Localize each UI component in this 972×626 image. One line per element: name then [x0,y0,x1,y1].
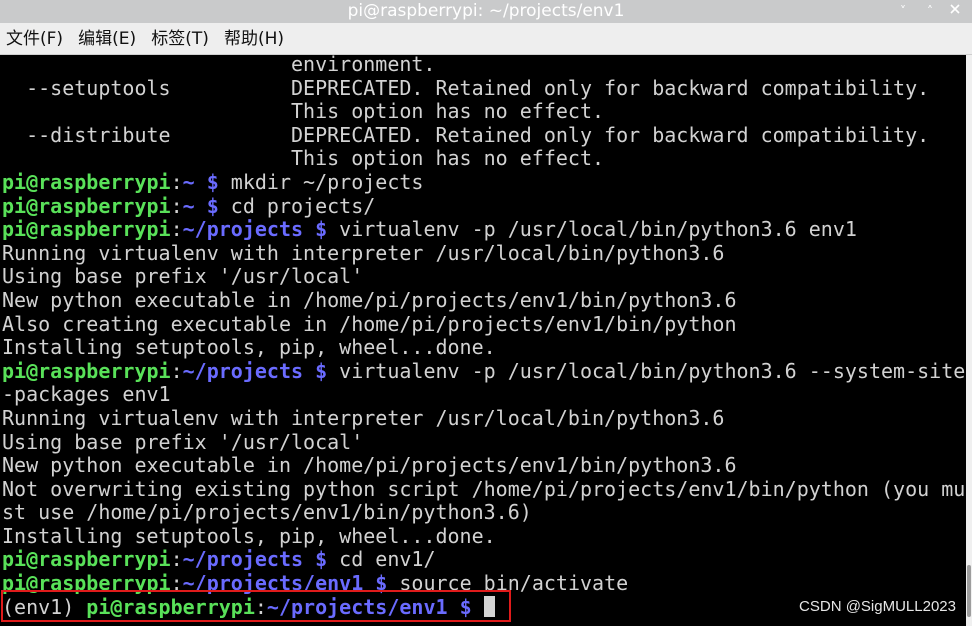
minimize-icon[interactable]: ˅ [893,1,913,21]
terminal-text: Using base prefix '/usr/local' [2,429,364,454]
terminal-line: This option has no effect. [2,99,965,124]
prompt-path: ~ $ [182,169,219,194]
terminal-text: : [170,547,183,572]
prompt-user-host: pi@raspberrypi [2,547,171,572]
terminal-text: Not overwriting existing python script /… [2,476,966,501]
terminal-line: --distribute DEPRECATED. Retained only f… [2,122,965,148]
terminal-line: environment. [2,55,965,77]
watermark: CSDN @SigMULL2023 [799,598,956,615]
terminal-output[interactable]: environment. --setuptools DEPRECATED. Re… [0,55,966,626]
menu-tabs[interactable]: 标签(T) [145,23,213,54]
prompt-user-host: pi@raspberrypi [2,193,171,218]
terminal-text: --setuptools DEPRECATED. Retained only f… [2,75,930,100]
terminal-line: Using base prefix '/usr/local' [2,429,965,455]
title-bar: pi@raspberrypi: ~/projects/env1 ˅ ˄ [0,0,972,23]
terminal-text: : [170,169,183,194]
terminal-text: This option has no effect. [2,99,605,124]
terminal-line: st use /home/pi/projects/env1/bin/python… [2,500,965,525]
prompt-path: ~/projects $ [182,547,328,572]
terminal-text: This option has no effect. [2,146,605,171]
terminal-text: cd env1/ [327,547,436,572]
terminal-line: Not overwriting existing python script /… [2,476,966,502]
menu-help[interactable]: 帮助(H) [218,23,288,54]
terminal-line: Running virtualenv with interpreter /usr… [2,240,965,266]
terminal-text: New python executable in /home/pi/projec… [2,287,737,312]
close-x-icon [950,4,960,14]
terminal-line: New python executable in /home/pi/projec… [2,453,965,478]
terminal-line: pi@raspberrypi:~ $ mkdir ~/projects [2,169,965,195]
terminal-text: st use /home/pi/projects/env1/bin/python… [2,500,532,525]
scrollbar-thumb[interactable] [967,565,971,617]
menu-bar: 文件(F) 编辑(E) 标签(T) 帮助(H) [0,23,972,55]
terminal-line: pi@raspberrypi:~/projects $ virtualenv -… [2,217,965,242]
prompt-path: ~ $ [182,193,219,218]
menu-edit[interactable]: 编辑(E) [72,23,140,54]
terminal-text: Using base prefix '/usr/local' [2,264,364,289]
terminal-text: : [170,193,183,218]
terminal-text: Also creating executable in /home/pi/pro… [2,311,737,336]
terminal-lines: environment. --setuptools DEPRECATED. Re… [2,55,965,619]
terminal-line: pi@raspberrypi:~/projects $ cd env1/ [2,548,965,572]
prompt-path: ~/projects $ [182,358,328,383]
highlight-box [1,590,511,622]
terminal-line: Running virtualenv with interpreter /usr… [2,405,965,431]
menu-file[interactable]: 文件(F) [0,23,67,54]
terminal-text: environment. [2,55,436,76]
terminal-text: --distribute DEPRECATED. Retained only f… [2,122,930,147]
terminal-line: New python executable in /home/pi/projec… [2,287,965,313]
terminal-text: virtualenv -p /usr/local/bin/python3.6 -… [327,358,966,383]
prompt-user-host: pi@raspberrypi [2,358,171,383]
terminal-text: : [170,358,183,383]
terminal-text: -packages env1 [2,382,171,407]
maximize-icon[interactable]: ˄ [920,1,940,21]
terminal-text: Installing setuptools, pip, wheel...done… [2,523,496,548]
terminal-text: New python executable in /home/pi/projec… [2,453,737,478]
scrollbar[interactable] [966,55,972,626]
prompt-path: ~/projects $ [182,217,328,242]
terminal-line: Using base prefix '/usr/local' [2,265,965,289]
terminal-text: : [170,217,183,242]
terminal-line: pi@raspberrypi:~/projects $ virtualenv -… [2,358,966,384]
terminal-line: This option has no effect. [2,147,965,171]
terminal-line: -packages env1 [2,383,965,407]
terminal-line: Installing setuptools, pip, wheel...done… [2,335,965,360]
prompt-user-host: pi@raspberrypi [2,169,171,194]
terminal-line: Installing setuptools, pip, wheel...done… [2,523,965,549]
terminal-text: Running virtualenv with interpreter /usr… [2,240,725,265]
terminal-line: --setuptools DEPRECATED. Retained only f… [2,75,965,101]
terminal-text: mkdir ~/projects [218,169,424,194]
terminal-line: Also creating executable in /home/pi/pro… [2,311,965,337]
terminal-text: cd projects/ [218,193,376,218]
terminal-line: pi@raspberrypi:~ $ cd projects/ [2,193,965,219]
prompt-user-host: pi@raspberrypi [2,217,171,242]
terminal-text: Installing setuptools, pip, wheel...done… [2,335,496,360]
close-icon[interactable] [945,1,965,21]
window-title: pi@raspberrypi: ~/projects/env1 [347,1,625,21]
terminal-text: Running virtualenv with interpreter /usr… [2,405,725,430]
terminal-text: virtualenv -p /usr/local/bin/python3.6 e… [327,217,857,242]
